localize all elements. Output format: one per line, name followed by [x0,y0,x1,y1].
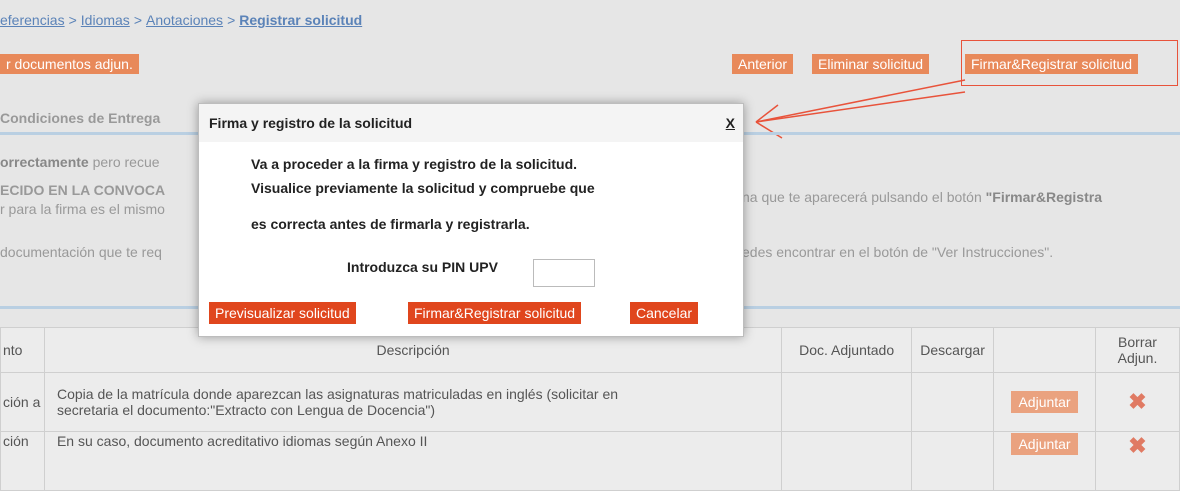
ver-documentos-button[interactable]: r documentos adjun. [0,54,139,74]
cell-descripcion: En su caso, documento acreditativo idiom… [43,431,783,491]
cancel-button[interactable]: Cancelar [630,302,699,324]
delete-icon[interactable]: ✖ [1128,389,1146,414]
breadcrumb-preferencias[interactable]: eferencias [0,12,65,28]
breadcrumb-separator: > [68,12,77,28]
pin-label: Introduzca su PIN UPV [347,259,498,275]
highlight-box [961,40,1178,86]
notice-line-3: r para la firma es el mismo [0,201,165,217]
preview-button[interactable]: Previsualizar solicitud [209,302,356,324]
adjuntar-button[interactable]: Adjuntar [1011,391,1078,413]
dialog-message: Va a proceder a la firma y registro de l… [199,142,743,236]
dialog-line-1: Va a proceder a la firma y registro de l… [251,156,578,172]
cell-borrar: ✖ [1095,372,1180,432]
cell-doc-adjuntado [781,372,913,432]
breadcrumb-idiomas[interactable]: Idiomas [81,12,130,28]
close-icon[interactable]: X [726,104,735,142]
sign-register-dialog: Firma y registro de la solicitud X Va a … [198,103,744,337]
dialog-header: Firma y registro de la solicitud X [199,104,743,142]
cell-documento: ción [0,431,45,491]
notice-line-1: orrectamente pero recue [0,154,160,170]
table-row: ción a Copia de la matrícula donde apare… [0,372,1180,432]
breadcrumb: eferencias > Idiomas > Anotaciones > Registrar… [0,12,362,28]
breadcrumb-separator: > [133,12,142,28]
header-documento: nto [0,327,45,373]
breadcrumb-anotaciones[interactable]: Anotaciones [146,12,223,28]
header-borrar-adjun: Borrar Adjun. [1095,327,1180,373]
header-adjuntar [993,327,1097,373]
pin-input[interactable] [533,259,595,287]
table-row: ción En su caso, documento acreditativo … [0,431,1180,491]
dialog-line-3: es correcta antes de firmarla y registra… [251,216,530,232]
cell-descripcion: Copia de la matrícula donde aparezcan la… [43,372,783,432]
dialog-line-2: Visualice previamente la solicitud y com… [251,180,595,196]
header-doc-adjuntado: Doc. Adjuntado [781,327,913,373]
header-descargar: Descargar [911,327,995,373]
breadcrumb-separator: > [227,12,236,28]
breadcrumb-current[interactable]: Registrar solicitud [239,12,362,28]
cell-descargar [911,431,995,491]
notice-line-4-left: documentación que te req [0,244,162,260]
cell-adjuntar: Adjuntar [993,431,1097,491]
annotation-arrow [755,79,966,139]
sign-register-dialog-button[interactable]: Firmar&Registrar solicitud [408,302,582,324]
section-title: Condiciones de Entrega [0,110,161,126]
cell-borrar: ✖ [1095,431,1180,491]
cell-doc-adjuntado [781,431,913,491]
adjuntar-button[interactable]: Adjuntar [1011,433,1078,455]
cell-descargar [911,372,995,432]
delete-icon[interactable]: ✖ [1128,433,1146,458]
dialog-title: Firma y registro de la solicitud [209,115,413,131]
cell-adjuntar: Adjuntar [993,372,1097,432]
notice-line-2-right: na que te aparecerá pulsando el botón "F… [742,189,1102,205]
cell-documento: ción a [0,372,45,432]
notice-line-2-left: ECIDO EN LA CONVOCA [0,182,166,198]
documents-table: nto Descripción Doc. Adjuntado Descargar… [0,327,1180,491]
notice-line-4-right: edes encontrar en el botón de "Ver Instr… [742,244,1054,260]
